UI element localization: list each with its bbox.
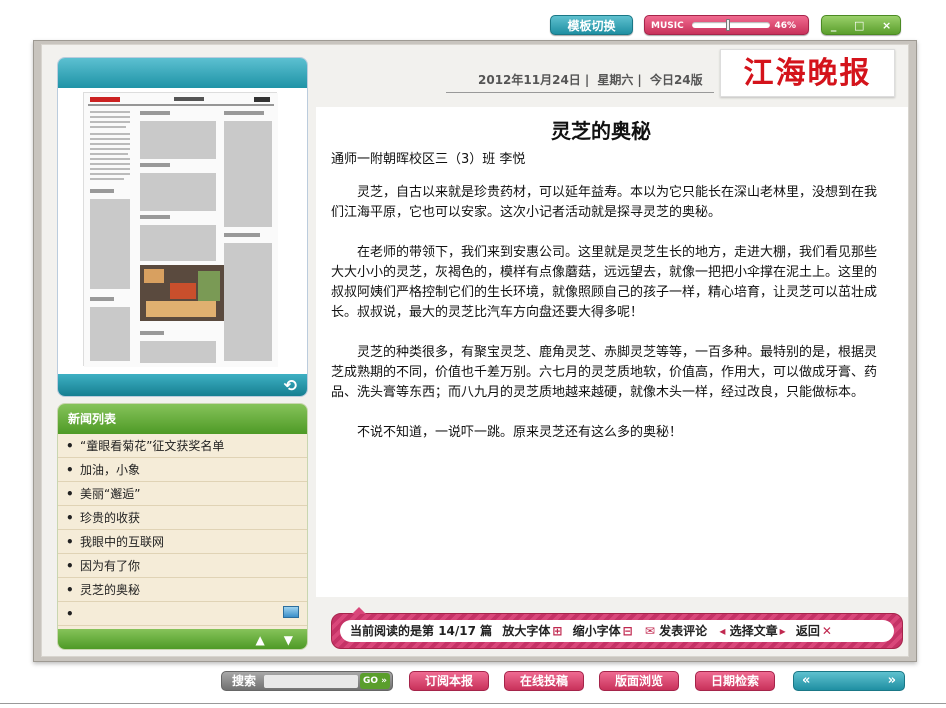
- news-list-item-label: 我眼中的互联网: [80, 535, 165, 549]
- next-page-icon[interactable]: »: [888, 672, 896, 690]
- newspaper-logo: 江海晚报: [720, 49, 895, 97]
- close-icon[interactable]: ×: [882, 16, 891, 34]
- back-button[interactable]: 返回 ✕: [796, 624, 832, 638]
- shrink-font-button[interactable]: 缩小字体 ⊟: [573, 624, 633, 638]
- bullet-icon: •: [66, 583, 74, 597]
- article-content: 灵芝的奥秘 通师一附朝晖校区三（3）班 李悦 灵芝，自古以来就是珍贵药材，可以延…: [316, 107, 908, 597]
- choose-article-button[interactable]: ◂ 选择文章 ▸: [717, 624, 785, 638]
- reading-index: 14/17: [438, 624, 476, 638]
- arrow-right-icon: ▸: [779, 624, 786, 638]
- search-label: 搜索: [232, 674, 257, 688]
- article-topbar: 2012年11月24日 | 星期六 | 今日24版 江海晚报: [316, 45, 908, 105]
- bullet-icon: •: [66, 487, 74, 501]
- picture-icon[interactable]: [283, 606, 299, 618]
- comment-button[interactable]: ✉ 发表评论: [643, 624, 707, 638]
- thumbnail-footer: ⟲: [58, 374, 307, 396]
- article-title: 灵芝的奥秘: [551, 119, 651, 143]
- music-control[interactable]: MUSIC 46%: [644, 15, 809, 35]
- music-label: MUSIC: [651, 21, 684, 31]
- bullet-icon: •: [66, 439, 74, 453]
- news-list-title: 新闻列表: [58, 404, 307, 434]
- news-list-item[interactable]: • 灵芝的奥秘: [58, 578, 307, 602]
- bullet-icon: •: [66, 511, 74, 525]
- news-list-item-label: 美丽“邂逅”: [80, 487, 141, 501]
- bullet-icon: •: [66, 463, 74, 477]
- issue-weekday: 星期六: [597, 73, 634, 87]
- article-author: 通师一附朝晖校区三（3）班 李悦: [331, 152, 526, 167]
- search-input[interactable]: [264, 675, 358, 688]
- refresh-icon[interactable]: ⟲: [284, 376, 297, 395]
- article-paragraph: 灵芝，自古以来就是珍贵药材，可以延年益寿。本以为它只能长在深山老林里，没想到在我…: [331, 185, 878, 220]
- frame-inner: ⟲ 新闻列表 • “童眼看菊花”征文获奖名单 • 加油，小象 • 美丽“邂逅” • 珍贵的收获…: [41, 44, 909, 657]
- news-list-item[interactable]: • 美丽“邂逅”: [58, 482, 307, 506]
- news-list-footer: ▲ ▼: [58, 629, 307, 649]
- plus-icon: ⊞: [552, 624, 563, 638]
- page-nav: « »: [793, 671, 905, 691]
- thumbnail-header: [58, 58, 307, 88]
- news-list-item-label: 因为有了你: [80, 559, 141, 573]
- maximize-icon[interactable]: □: [854, 16, 864, 34]
- date-line: 2012年11月24日 | 星期六 | 今日24版: [478, 73, 703, 87]
- news-list-item[interactable]: • 我眼中的互联网: [58, 530, 307, 554]
- article-paragraph: 灵芝的种类很多，有聚宝灵芝、鹿角灵芝、赤脚灵芝等等，一百多种。最特别的是，根据灵…: [331, 345, 878, 400]
- search-go-button[interactable]: GO »: [360, 673, 390, 689]
- news-list-item-label: 珍贵的收获: [80, 511, 141, 525]
- main-frame: ⟲ 新闻列表 • “童眼看菊花”征文获奖名单 • 加油，小象 • 美丽“邂逅” • 珍贵的收获…: [33, 40, 917, 662]
- divider: [446, 92, 714, 93]
- article-area: 2012年11月24日 | 星期六 | 今日24版 江海晚报 灵芝的奥秘 通师一附朝…: [316, 45, 908, 656]
- scroll-up-icon[interactable]: ▲: [255, 633, 264, 647]
- reading-status-inner: 当前阅读的是第 14/17 篇 放大字体 ⊞ 缩小字体 ⊟ ✉ 发表评论 ◂ 选择文…: [340, 620, 894, 642]
- online-submit-button[interactable]: 在线投稿: [504, 671, 584, 691]
- template-switch-button[interactable]: 模板切换: [550, 15, 633, 35]
- newspaper-page-thumbnail[interactable]: [83, 92, 278, 367]
- reading-suffix: 篇: [480, 624, 493, 638]
- bullet-icon: •: [66, 535, 74, 549]
- issue-date: 2012年11月24日: [478, 73, 581, 87]
- news-list-panel: 新闻列表 • “童眼看菊花”征文获奖名单 • 加油，小象 • 美丽“邂逅” • 珍贵的收获 • 我…: [57, 403, 308, 650]
- mail-icon: ✉: [644, 624, 655, 638]
- music-volume-thumb[interactable]: [726, 19, 731, 31]
- bullet-icon: •: [66, 559, 74, 573]
- article-body: 灵芝，自古以来就是珍贵药材，可以延年益寿。本以为它只能长在深山老林里，没想到在我…: [331, 183, 883, 463]
- news-list-item[interactable]: • “童眼看菊花”征文获奖名单: [58, 434, 307, 458]
- news-list-item[interactable]: • 因为有了你: [58, 554, 307, 578]
- prev-page-icon[interactable]: «: [802, 672, 810, 690]
- article-paragraph: 在老师的带领下，我们来到安惠公司。这里就是灵芝生长的地方，走进大棚，我们看见那些…: [331, 245, 878, 320]
- scroll-down-icon[interactable]: ▼: [284, 633, 293, 647]
- newspaper-page-image: [84, 93, 278, 367]
- browse-layout-button[interactable]: 版面浏览: [599, 671, 679, 691]
- issue-edition: 今日24版: [649, 73, 703, 87]
- bullet-icon: •: [66, 607, 74, 621]
- page: 模板切换 MUSIC 46% _ □ × ⟲ 新闻列表 • “童眼看菊花”征文获…: [0, 0, 946, 708]
- window-controls: _ □ ×: [821, 15, 901, 35]
- minimize-icon[interactable]: _: [831, 16, 837, 34]
- reading-status-bar: 当前阅读的是第 14/17 篇 放大字体 ⊞ 缩小字体 ⊟ ✉ 发表评论 ◂ 选择文…: [331, 607, 903, 649]
- article-paragraph: 不说不知道，一说吓一跳。原来灵芝还有这么多的奥秘！: [357, 425, 683, 440]
- page-thumbnail-panel: ⟲: [57, 57, 308, 397]
- subscribe-button[interactable]: 订阅本报: [409, 671, 489, 691]
- news-list-item[interactable]: •: [58, 602, 307, 626]
- news-list-item-label: 加油，小象: [80, 463, 141, 477]
- music-volume-value: 46%: [774, 21, 796, 31]
- news-list-item[interactable]: • 加油，小象: [58, 458, 307, 482]
- arrow-left-icon: ◂: [719, 624, 726, 638]
- news-list: • “童眼看菊花”征文获奖名单 • 加油，小象 • 美丽“邂逅” • 珍贵的收获 • 我眼中的互联…: [58, 434, 307, 626]
- search-bar: 搜索 GO »: [221, 671, 393, 691]
- news-list-item-label: “童眼看菊花”征文获奖名单: [80, 439, 225, 453]
- news-list-item[interactable]: • 珍贵的收获: [58, 506, 307, 530]
- news-list-item-label: 灵芝的奥秘: [80, 583, 141, 597]
- reading-prefix: 当前阅读的是第: [350, 624, 435, 638]
- divider: [0, 703, 946, 704]
- close-icon: ✕: [821, 624, 832, 638]
- minus-icon: ⊟: [622, 624, 633, 638]
- enlarge-font-button[interactable]: 放大字体 ⊞: [502, 624, 562, 638]
- date-search-button[interactable]: 日期检索: [695, 671, 775, 691]
- music-volume-slider[interactable]: [692, 19, 770, 31]
